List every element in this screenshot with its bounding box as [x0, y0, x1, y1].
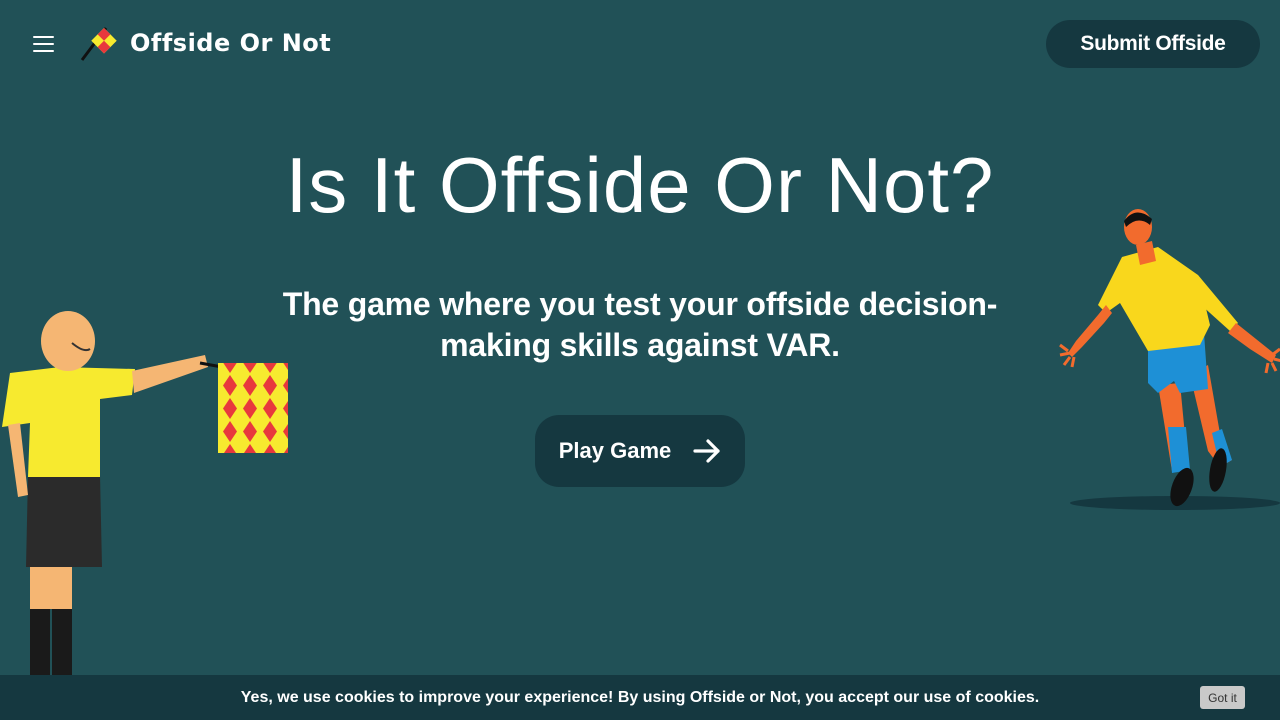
hero-subtitle: The game where you test your offside dec… — [282, 286, 998, 363]
footballer-illustration — [1059, 209, 1280, 510]
submit-offside-button[interactable]: Submit Offside — [1046, 20, 1260, 68]
cookie-message: Yes, we use cookies to improve your expe… — [240, 689, 1040, 706]
menu-line — [33, 43, 54, 45]
menu-line — [33, 50, 54, 52]
play-game-button[interactable]: Play Game — [535, 415, 745, 487]
offside-flag-icon — [80, 27, 117, 61]
cookie-consent-bar: Yes, we use cookies to improve your expe… — [0, 675, 1280, 720]
logo-text: Offside Or Not — [130, 29, 332, 57]
site-logo[interactable]: Offside Or Not — [80, 24, 331, 62]
cookie-accept-button[interactable]: Got it — [1200, 686, 1245, 709]
hamburger-menu-icon[interactable] — [30, 30, 58, 58]
play-game-label: Play Game — [558, 438, 672, 463]
site-header: Offside Or Not Submit Offside — [0, 0, 1280, 88]
arrow-right-icon — [693, 439, 720, 463]
assistant-referee-illustration — [2, 311, 288, 680]
menu-line — [33, 36, 54, 38]
